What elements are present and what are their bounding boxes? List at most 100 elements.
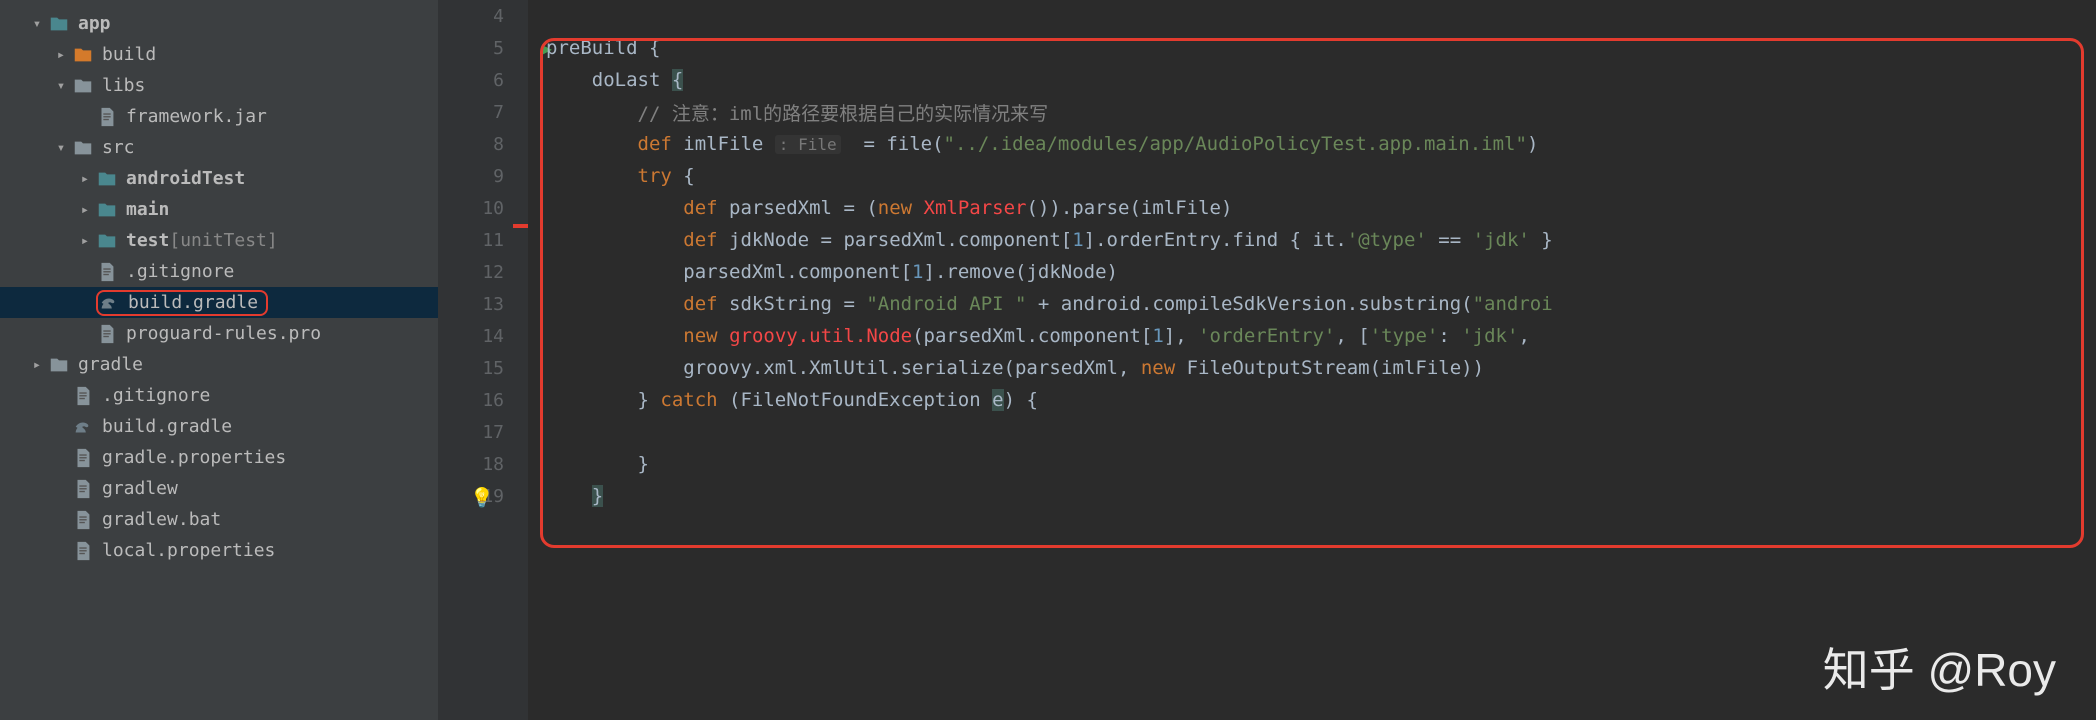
gutter-line[interactable]: 8 [438,128,528,160]
code-line[interactable]: } catch (FileNotFoundException e) { [528,384,2096,416]
code-line[interactable]: def parsedXml = (new XmlParser()).parse(… [528,192,2096,224]
code-line[interactable]: groovy.xml.XmlUtil.serialize(parsedXml, … [528,352,2096,384]
tree-item-gradle-properties[interactable]: gradle.properties [0,442,438,473]
tree-item-gradlew-bat[interactable]: gradlew.bat [0,504,438,535]
tree-item-libs[interactable]: ▾ libs [0,70,438,101]
token-kw: def [683,197,717,219]
file-icon [72,447,94,469]
gutter-line[interactable]: 12 [438,256,528,288]
token-plain: preBuild { [546,37,660,59]
gutter-line[interactable]: 7 [438,96,528,128]
token-plain: ], [1164,325,1198,347]
code-line[interactable]: def imlFile : File = file("../.idea/modu… [528,128,2096,160]
tree-item-label: gradlew [102,478,178,499]
chevron-right-icon[interactable]: ▸ [30,357,44,373]
gutter-line[interactable]: 14 [438,320,528,352]
folder-icon [72,137,94,159]
tree-item-label: build.gradle [128,292,258,313]
folder-icon [96,230,118,252]
tree-item-framework-jar[interactable]: framework.jar [0,101,438,132]
tree-item-build-gradle[interactable]: build.gradle [0,287,438,318]
chevron-down-icon[interactable]: ▾ [54,140,68,156]
tree-item-test[interactable]: ▸ test [unitTest] [0,225,438,256]
token-plain: doLast [546,69,672,91]
code-line[interactable]: try { [528,160,2096,192]
token-plain: ) [1527,133,1538,155]
code-line[interactable]: // 注意：iml的路径要根据自己的实际情况来写 [528,96,2096,128]
tree-item-app[interactable]: ▾app [0,8,438,39]
tree-item-suffix: [unitTest] [169,230,277,251]
gutter-line[interactable]: 15 [438,352,528,384]
token-str: 'jdk' [1461,325,1518,347]
token-plain: imlFile [672,133,775,155]
tree-item-label: build [102,44,156,65]
tree-item-gradlew[interactable]: gradlew [0,473,438,504]
code-line[interactable]: preBuild { [528,32,2096,64]
gutter-line[interactable]: 11 [438,224,528,256]
code-line[interactable]: } [528,448,2096,480]
tree-item--gitignore[interactable]: .gitignore [0,380,438,411]
gutter-line[interactable]: 5▶ [438,32,528,64]
tree-item-label: test [126,230,169,251]
token-plain: ].remove(jdkNode) [924,261,1118,283]
code-line[interactable]: new groovy.util.Node(parsedXml.component… [528,320,2096,352]
tree-item-label: proguard-rules.pro [126,323,321,344]
chevron-down-icon[interactable]: ▾ [30,16,44,32]
code-line[interactable]: doLast { [528,64,2096,96]
code-line[interactable]: def sdkString = "Android API " + android… [528,288,2096,320]
gutter-line[interactable]: 18 [438,448,528,480]
annotation-mark [513,224,528,228]
chevron-right-icon[interactable]: ▸ [78,233,92,249]
token-plain: } [546,453,649,475]
chevron-right-icon[interactable]: ▸ [78,202,92,218]
tree-item--gitignore[interactable]: .gitignore [0,256,438,287]
token-comment: // 注意：iml的路径要根据自己的实际情况来写 [638,99,1049,126]
tree-item-label: gradle.properties [102,447,286,468]
token-plain: == [1427,229,1473,251]
code-line[interactable]: }💡 [528,480,2096,512]
gutter-line[interactable]: 10 [438,192,528,224]
chevron-down-icon[interactable]: ▾ [54,78,68,94]
code-line[interactable]: parsedXml.component[1].remove(jdkNode) [528,256,2096,288]
token-plain: ].orderEntry.find { it. [1084,229,1347,251]
code-line[interactable] [528,416,2096,448]
tree-item-local-properties[interactable]: local.properties [0,535,438,566]
intention-bulb-icon[interactable]: 💡 [470,486,494,509]
code-area[interactable]: preBuild { doLast { // 注意：iml的路径要根据自己的实际… [528,0,2096,720]
token-plain [546,165,638,187]
token-plain [546,197,683,219]
code-line[interactable] [528,0,2096,32]
tree-item-label: androidTest [126,168,245,189]
tree-item-label: .gitignore [126,261,234,282]
token-plain [546,101,638,123]
chevron-right-icon[interactable]: ▸ [54,47,68,63]
token-num: 1 [1152,325,1163,347]
gutter-line[interactable]: 16 [438,384,528,416]
folder-icon [72,44,94,66]
token-kw: def [683,229,717,251]
tree-item-label: libs [102,75,145,96]
token-plain [546,293,683,315]
token-num: 1 [912,261,923,283]
token-err: groovy.util.Node [729,325,912,347]
tree-item-gradle[interactable]: ▸gradle [0,349,438,380]
token-plain: , [1518,325,1541,347]
token-plain: } [546,389,660,411]
token-plain: parsedXml = ( [718,197,878,219]
code-line[interactable]: def jdkNode = parsedXml.component[1].ord… [528,224,2096,256]
gutter-line[interactable]: 17 [438,416,528,448]
tree-item-build[interactable]: ▸ build [0,39,438,70]
gutter-line[interactable]: 4 [438,0,528,32]
tree-item-proguard-rules-pro[interactable]: proguard-rules.pro [0,318,438,349]
token-str: 'type' [1370,325,1439,347]
gutter-line[interactable]: 9 [438,160,528,192]
tree-item-build-gradle[interactable]: build.gradle [0,411,438,442]
tree-item-main[interactable]: ▸main [0,194,438,225]
gutter-line[interactable]: 6 [438,64,528,96]
token-plain [546,325,683,347]
file-icon [96,261,118,283]
chevron-right-icon[interactable]: ▸ [78,171,92,187]
tree-item-src[interactable]: ▾src [0,132,438,163]
tree-item-androidtest[interactable]: ▸ androidTest [0,163,438,194]
gutter-line[interactable]: 13 [438,288,528,320]
